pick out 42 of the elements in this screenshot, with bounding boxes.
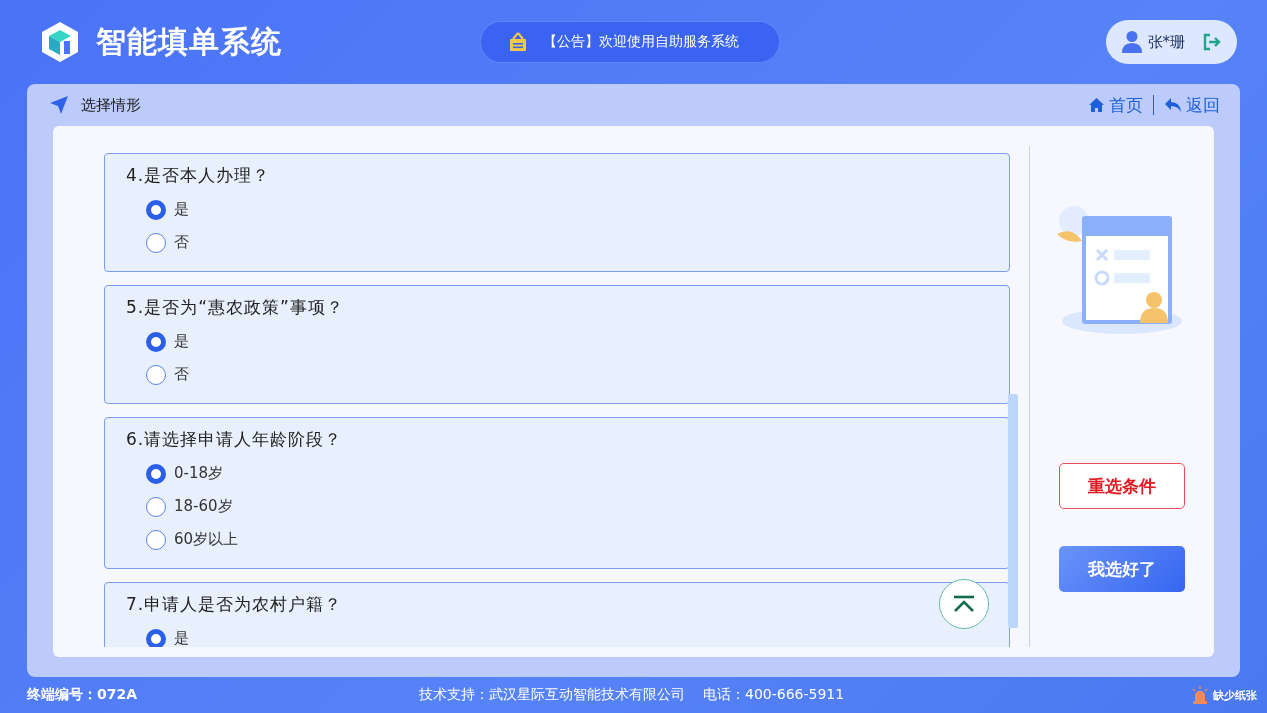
reset-button[interactable]: 重选条件 xyxy=(1059,463,1185,509)
navigation-arrow-icon xyxy=(49,95,69,115)
radio-button[interactable] xyxy=(146,232,166,253)
radio-option[interactable]: 是 xyxy=(126,325,988,358)
logout-icon[interactable] xyxy=(1203,33,1221,51)
alert-text: 缺少纸张 xyxy=(1213,687,1257,703)
double-up-chevron-icon xyxy=(952,595,976,613)
notice-board-icon xyxy=(509,32,527,52)
app-title: 智能填单系统 xyxy=(96,22,282,61)
question-title: 4.是否本人办理？ xyxy=(126,164,271,187)
radio-option[interactable]: 60岁以上 xyxy=(126,523,988,556)
radio-option[interactable]: 0-18岁 xyxy=(126,457,988,490)
question-title: 5.是否为“惠农政策”事项？ xyxy=(126,296,344,319)
nav-link[interactable]: 返回 xyxy=(1164,93,1220,117)
radio-button[interactable] xyxy=(146,496,166,517)
section-title: 选择情形 xyxy=(81,95,141,115)
nav-link[interactable]: 首页 xyxy=(1088,93,1143,117)
radio-button[interactable] xyxy=(146,199,166,220)
radio-button[interactable] xyxy=(146,463,166,484)
radio-button[interactable] xyxy=(146,331,166,352)
radio-option[interactable]: 18-60岁 xyxy=(126,490,988,523)
question-title: 6.请选择申请人年龄阶段？ xyxy=(126,428,343,451)
notice-text: 【公告】欢迎使用自助服务系统 xyxy=(543,33,739,51)
question-title: 7.申请人是否为农村户籍？ xyxy=(126,593,343,616)
radio-button[interactable] xyxy=(146,364,166,385)
home-icon xyxy=(1088,97,1105,113)
user-name: 张*珊 xyxy=(1147,32,1185,52)
cube-logo-icon xyxy=(40,20,80,64)
user-icon xyxy=(1121,30,1142,54)
radio-option[interactable]: 否 xyxy=(126,226,988,259)
radio-option[interactable]: 是 xyxy=(126,193,988,226)
radio-button[interactable] xyxy=(146,529,166,550)
terminal-number: 终端编号：072A xyxy=(27,686,139,704)
phone-text: 电话：400-666-5911 xyxy=(703,686,845,704)
radio-button[interactable] xyxy=(146,628,166,647)
support-text: 技术支持：武汉星际互动智能技术有限公司 xyxy=(419,686,685,704)
radio-option[interactable]: 是 xyxy=(126,622,988,647)
confirm-button[interactable]: 我选好了 xyxy=(1059,546,1185,592)
alarm-light-icon xyxy=(1191,686,1209,704)
scrollbar-thumb[interactable] xyxy=(1008,394,1018,628)
back-arrow-icon xyxy=(1164,97,1182,113)
radio-option[interactable]: 否 xyxy=(126,358,988,391)
